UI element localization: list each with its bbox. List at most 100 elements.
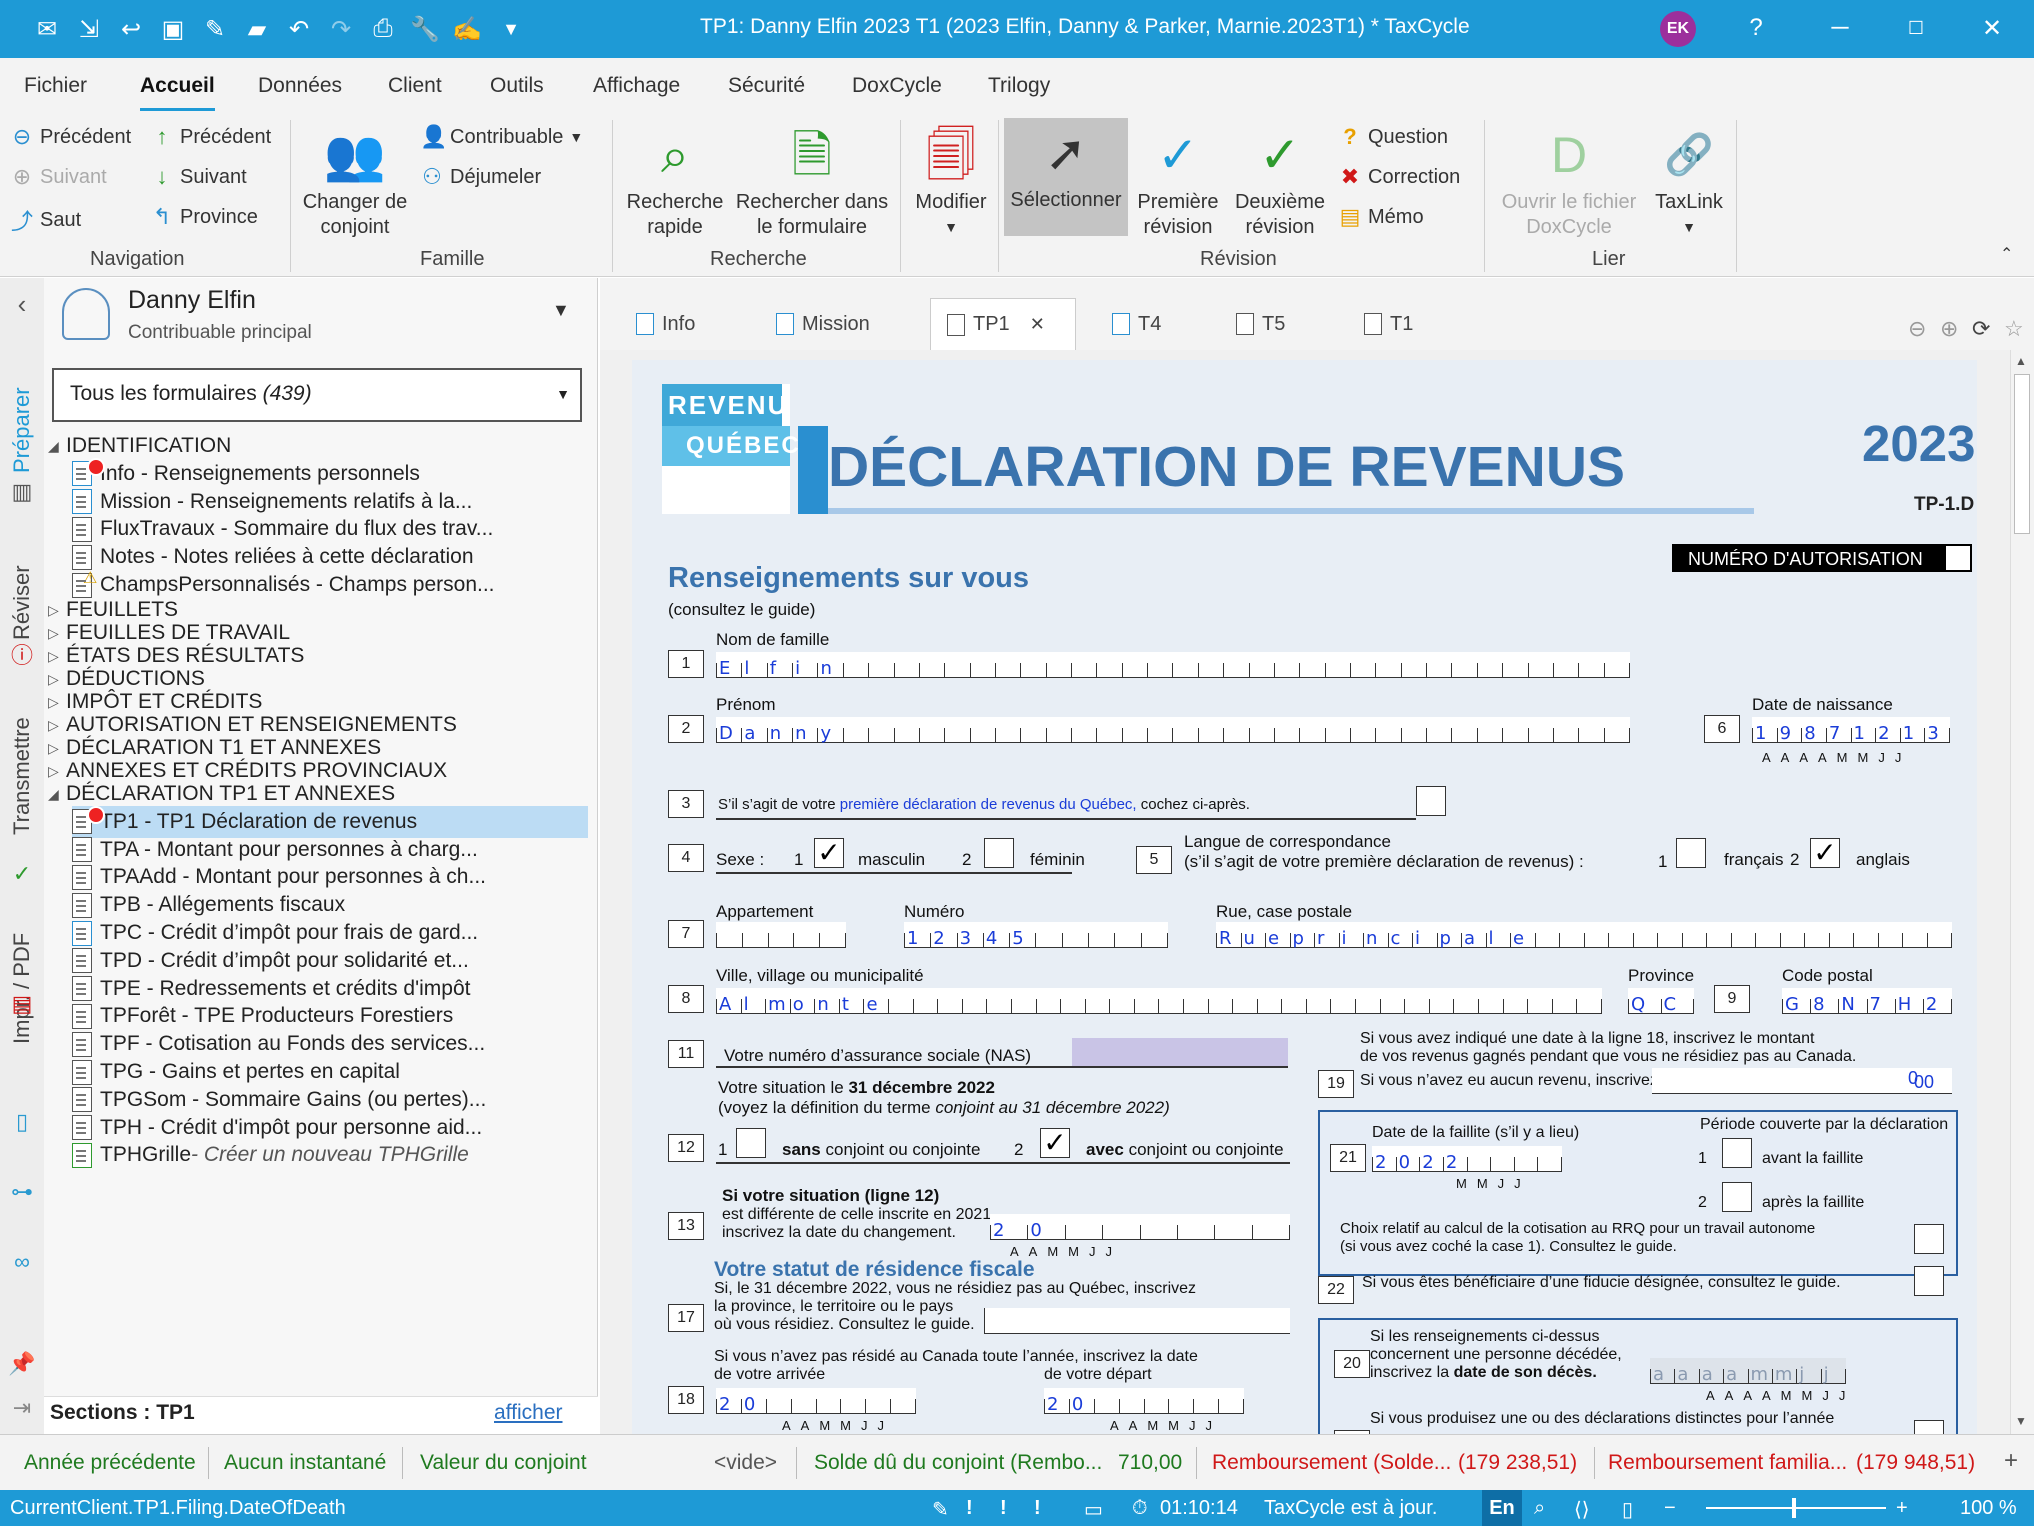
scroll-down-icon[interactable]: ▼ — [2015, 1414, 2027, 1428]
save-as-icon[interactable]: ✎ — [198, 12, 232, 46]
taxlink-button[interactable]: 🔗 TaxLink ▼ — [1652, 120, 1726, 240]
collapsed-triangle-icon[interactable]: ▷ — [48, 648, 66, 665]
first-review-button[interactable]: ✓ Première révision — [1130, 120, 1226, 240]
spouse-balance-label[interactable]: Solde dû du conjoint (Rembo... — [814, 1451, 1102, 1475]
change-date-field[interactable]: 20 — [990, 1214, 1290, 1240]
nav-next-button[interactable]: ⊕ Suivant — [10, 164, 107, 190]
zoom-in-icon[interactable]: + — [1896, 1497, 1908, 1520]
spouse-value-label[interactable]: Valeur du conjoint — [420, 1451, 587, 1475]
client-header[interactable]: Danny Elfin Contribuable principal ▼ — [44, 278, 598, 350]
prev-form-button[interactable]: ↑ Précédent — [150, 124, 272, 150]
collapsed-triangle-icon[interactable]: ▷ — [48, 717, 66, 734]
comment-icon[interactable]: ▭ — [1084, 1497, 1103, 1522]
sin-field[interactable] — [1072, 1038, 1288, 1066]
menu-outils[interactable]: Outils — [490, 74, 544, 98]
alert-icon[interactable]: ! — [966, 1497, 973, 1520]
with-spouse-checkbox[interactable]: ✓ — [1040, 1128, 1070, 1158]
memo-button[interactable]: ▤ Mémo — [1338, 204, 1424, 230]
open-folder-icon[interactable]: ▰ — [240, 12, 274, 46]
after-bankruptcy-checkbox[interactable] — [1722, 1182, 1752, 1212]
tab-t4[interactable]: T4 — [1096, 298, 1177, 350]
male-checkbox[interactable]: ✓ — [814, 838, 844, 868]
collapsed-triangle-icon[interactable]: ▷ — [48, 740, 66, 757]
apartment-field[interactable] — [716, 922, 846, 948]
menu-accueil[interactable]: Accueil — [140, 74, 215, 111]
menu-doxcycle[interactable]: DoxCycle — [852, 74, 942, 98]
birth-date-field[interactable]: 19871213 — [1752, 717, 1950, 743]
help-button[interactable]: ? — [1736, 10, 1776, 46]
unpair-button[interactable]: ⚇ Déjumeler — [420, 164, 541, 190]
pin-icon[interactable]: 📌 — [8, 1350, 36, 1378]
second-review-button[interactable]: ✓ Deuxième révision — [1230, 120, 1330, 240]
first-name-field[interactable]: Danny — [716, 717, 1630, 743]
province-field[interactable]: QC — [1628, 988, 1694, 1014]
expanded-triangle-icon[interactable]: ◢ — [48, 438, 66, 455]
next-form-button[interactable]: ↓ Suivant — [150, 164, 247, 190]
family-refund-label[interactable]: Remboursement familia... — [1608, 1451, 1847, 1475]
tab-transmettre[interactable]: Transmettre — [4, 706, 40, 846]
collapsed-triangle-icon[interactable]: ▷ — [48, 694, 66, 711]
search-in-form-button[interactable]: 🗎 Rechercher dans le formulaire — [732, 120, 892, 240]
city-field[interactable]: Almonte — [716, 988, 1602, 1014]
collapse-panel-icon[interactable]: ‹ — [8, 289, 36, 319]
forward-arrow-icon[interactable]: ⊕ — [1940, 316, 1958, 342]
language-toggle[interactable]: En — [1482, 1490, 1522, 1526]
without-spouse-checkbox[interactable] — [736, 1128, 766, 1158]
scroll-thumb[interactable] — [2014, 374, 2030, 534]
separate-returns-checkbox[interactable] — [1914, 1420, 1944, 1434]
magnifier-icon[interactable]: ⌕ — [1534, 1497, 1545, 1520]
exit-return-icon[interactable]: ↩ — [114, 12, 148, 46]
quick-search-button[interactable]: ⌕ Recherche rapide — [620, 120, 730, 240]
print-icon[interactable]: ⎙ — [366, 12, 400, 46]
stopwatch-icon[interactable]: ⏱ — [1132, 1497, 1148, 1520]
change-spouse-button[interactable]: 👥 Changer de conjoint — [298, 120, 412, 240]
bankruptcy-date-field[interactable]: 2022 — [1372, 1146, 1562, 1172]
income-field[interactable]: 0 — [1652, 1068, 1952, 1094]
open-doxcycle-button[interactable]: D Ouvrir le fichier DoxCycle — [1490, 120, 1648, 240]
minimize-button[interactable]: ─ — [1820, 10, 1860, 46]
postal-code-field[interactable]: G8N7H2 — [1782, 988, 1953, 1014]
residence-province-field[interactable] — [984, 1308, 1290, 1334]
modify-button[interactable]: 🗐 Modifier ▼ — [906, 120, 996, 240]
pdf-icon[interactable]: ▤ — [8, 990, 36, 1018]
contributor-dropdown[interactable]: 👤 Contribuable ▼ — [420, 124, 583, 150]
chevron-down-icon[interactable]: ▼ — [552, 300, 570, 321]
alert-icon[interactable]: ! — [1034, 1497, 1041, 1520]
trust-checkbox[interactable] — [1914, 1266, 1944, 1296]
scroll-up-icon[interactable]: ▲ — [2015, 354, 2027, 368]
link-icon[interactable]: ∞ — [8, 1248, 36, 1276]
last-name-field[interactable]: Elfin — [716, 652, 1630, 678]
code-icon[interactable]: ⟨⟩ — [1574, 1497, 1590, 1522]
refresh-icon[interactable]: ⟳ — [1972, 316, 1990, 342]
chart-icon[interactable]: ▥ — [8, 478, 36, 506]
menu-trilogy[interactable]: Trilogy — [988, 74, 1050, 98]
form-filter-select[interactable]: Tous les formulaires (439) ▼ — [52, 368, 582, 422]
question-button[interactable]: ? Question — [1338, 124, 1448, 150]
menu-securite[interactable]: Sécurité — [728, 74, 805, 98]
tab-preparer[interactable]: Préparer — [4, 370, 40, 490]
sections-show-link[interactable]: afficher — [494, 1401, 563, 1425]
expand-icon[interactable]: ⇥ — [8, 1394, 36, 1422]
tab-info[interactable]: Info — [620, 298, 711, 350]
date-of-death-field[interactable]: aaaammjj — [1650, 1358, 1846, 1384]
before-bankruptcy-checkbox[interactable] — [1722, 1138, 1752, 1168]
close-tab-icon[interactable]: ✕ — [1030, 314, 1045, 335]
correction-button[interactable]: ✖ Correction — [1338, 164, 1460, 190]
back-arrow-icon[interactable]: ⊖ — [1908, 316, 1926, 342]
alert-icon[interactable]: ! — [1000, 1497, 1007, 1520]
star-icon[interactable]: ☆ — [2004, 316, 2024, 342]
device-icon[interactable]: ▯ — [8, 1108, 36, 1136]
province-button[interactable]: ↰ Province — [150, 204, 258, 230]
close-button[interactable]: ✕ — [1972, 10, 2012, 46]
authorization-field[interactable]: NUMÉRO D'AUTORISATION — [1672, 544, 1972, 572]
notepad-icon[interactable]: ✍ — [450, 12, 484, 46]
nav-previous-button[interactable]: ⊖ Précédent — [10, 124, 131, 150]
add-icon[interactable]: + — [2004, 1447, 2018, 1475]
collapsed-triangle-icon[interactable]: ▷ — [48, 763, 66, 780]
undo-icon[interactable]: ↶ — [282, 12, 316, 46]
collapse-ribbon-icon[interactable]: ⌃ — [2000, 244, 2013, 264]
page-icon[interactable]: ▯ — [1622, 1497, 1633, 1522]
snapshot-button[interactable]: Aucun instantané — [224, 1451, 386, 1475]
import-icon[interactable]: ⇲ — [72, 12, 106, 46]
tab-t5[interactable]: T5 — [1220, 298, 1301, 350]
